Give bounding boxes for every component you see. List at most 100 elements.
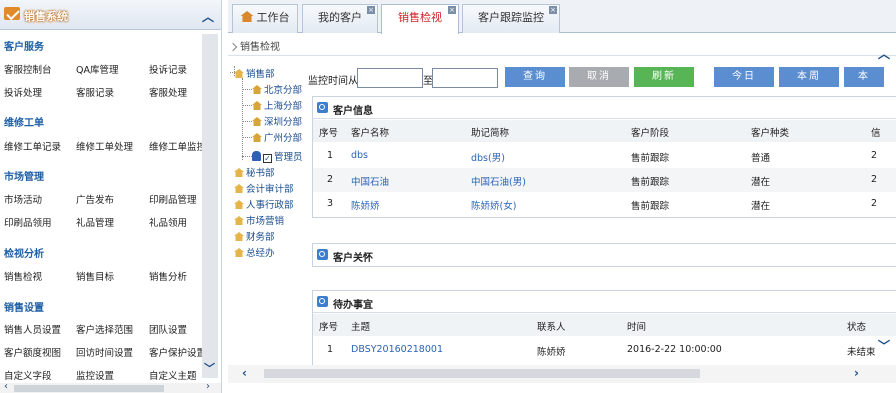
section-repair-orders[interactable]: 维修工单 — [4, 114, 44, 129]
section-sales-settings[interactable]: 销售设置 — [4, 299, 44, 314]
scroll-left-icon[interactable]: ‹ — [242, 366, 247, 380]
menu-item[interactable]: 销售人员设置 — [4, 322, 61, 336]
content-vscrollbar[interactable]: ︿ ﹀ — [872, 45, 896, 353]
query-button[interactable]: 查询 — [505, 67, 565, 87]
menu-item[interactable]: 投诉处理 — [4, 85, 42, 99]
tab-my-customers[interactable]: 我的客户 × — [302, 4, 378, 33]
panel-header: 客户信息 — [313, 97, 896, 119]
close-icon[interactable]: × — [367, 6, 375, 14]
sidebar-header[interactable]: 销售系统 ︿ — [0, 0, 221, 30]
table-row[interactable]: 3 陈娇娇 陈娇娇(女) 售前跟踪 潜在 2 — [313, 192, 896, 216]
scroll-up-icon[interactable]: ︿ — [878, 45, 890, 62]
scrollbar-thumb[interactable] — [264, 369, 700, 378]
tab-customer-tracking[interactable]: 客户跟踪监控 × — [462, 4, 560, 33]
tree-node[interactable]: 市场营销 — [234, 213, 284, 227]
tree-node-branch[interactable]: 北京分部 — [252, 82, 302, 96]
tree-node[interactable]: 总经办 — [234, 245, 275, 259]
org-icon — [234, 248, 244, 257]
scroll-left-icon[interactable]: ‹ — [4, 381, 8, 392]
section-review-analysis[interactable]: 检视分析 — [4, 245, 44, 260]
panel-title: 客户信息 — [333, 106, 373, 117]
tree-node-branch[interactable]: 深圳分部 — [252, 114, 302, 128]
customer-info-panel: 客户信息 序号 客户名称 助记简称 客户阶段 客户种类 信 1 dbs dbs(… — [312, 96, 896, 218]
scrollbar-thumb[interactable] — [202, 34, 218, 378]
menu-item[interactable]: 广告发布 — [76, 192, 114, 206]
menu-item[interactable]: 市场活动 — [4, 192, 42, 206]
customer-alias-link[interactable]: 中国石油(男) — [471, 174, 526, 188]
customer-name-link[interactable]: 陈娇娇 — [351, 198, 380, 212]
customer-alias-link[interactable]: 陈娇娇(女) — [471, 198, 516, 212]
tree-node-admin[interactable]: ✓ 管理员 — [252, 149, 303, 163]
menu-item[interactable]: 礼品管理 — [76, 215, 114, 229]
panel-title: 客户关怀 — [333, 253, 373, 264]
todo-subject-link[interactable]: DBSY20160218001 — [351, 344, 443, 355]
tab-sales-review[interactable]: 销售检视 × — [381, 4, 459, 34]
content-hscrollbar[interactable]: ‹ › — [228, 365, 896, 383]
menu-item[interactable]: 销售分析 — [149, 269, 187, 283]
section-market-management[interactable]: 市场管理 — [4, 168, 44, 183]
menu-item[interactable]: 客户选择范围 — [76, 322, 133, 336]
table-row[interactable]: 1 dbs dbs(男) 售前跟踪 普通 2 — [313, 144, 896, 168]
tree-node[interactable]: 人事行政部 — [234, 197, 294, 211]
collapse-icon[interactable]: ︿ — [202, 8, 214, 25]
tree-node-branch[interactable]: 上海分部 — [252, 98, 302, 112]
menu-item[interactable]: 销售目标 — [76, 269, 114, 283]
menu-item[interactable]: 维修工单记录 — [4, 139, 61, 153]
scrollbar-thumb[interactable] — [14, 385, 164, 392]
section-customer-service[interactable]: 客户服务 — [4, 38, 44, 53]
admin-checkbox[interactable]: ✓ — [263, 154, 272, 163]
menu-item[interactable]: 投诉记录 — [149, 62, 187, 76]
table-row[interactable]: 1 DBSY20160218001 陈娇娇 2016-2-22 10:00:00… — [313, 338, 896, 362]
app-window: 销售系统 ︿ 客户服务 客服控制台 QA库管理 投诉记录 投诉处理 客服记录 客… — [0, 0, 896, 393]
customer-alias-link[interactable]: dbs(男) — [471, 150, 505, 164]
menu-item[interactable]: QA库管理 — [76, 62, 118, 76]
time-to-input[interactable] — [432, 68, 498, 88]
org-icon — [234, 69, 244, 78]
close-icon[interactable]: × — [448, 6, 456, 14]
close-icon[interactable]: × — [549, 6, 557, 14]
menu-item[interactable]: 回访时间设置 — [76, 345, 133, 359]
menu-item[interactable]: 印刷品管理 — [149, 192, 197, 206]
menu-item[interactable]: 自定义主题 — [149, 368, 197, 382]
today-button[interactable]: 今日 — [714, 67, 774, 87]
refresh-button[interactable]: 刷新 — [634, 67, 694, 87]
customer-name-link[interactable]: 中国石油 — [351, 174, 389, 188]
cancel-button[interactable]: 取消 — [569, 67, 629, 87]
menu-item[interactable]: 维修工单处理 — [76, 139, 133, 153]
sidebar-hscrollbar[interactable]: ‹ › — [0, 381, 221, 393]
menu-item[interactable]: 团队设置 — [149, 322, 187, 336]
tree-node[interactable]: 会计审计部 — [234, 181, 294, 195]
scroll-right-icon[interactable]: › — [206, 381, 210, 392]
building-icon — [252, 133, 262, 142]
menu-item[interactable]: 自定义字段 — [4, 368, 52, 382]
menu-item[interactable]: 销售检视 — [4, 269, 42, 283]
scroll-down-icon[interactable]: ﹀ — [204, 360, 215, 376]
menu-item[interactable]: 客户保护设置 — [149, 345, 206, 359]
menu-item[interactable]: 客服控制台 — [4, 62, 52, 76]
menu-item[interactable]: 印刷品领用 — [4, 215, 52, 229]
breadcrumb: 销售检视 — [228, 38, 280, 53]
tree-node-branch[interactable]: 广州分部 — [252, 130, 302, 144]
customer-care-panel: 客户关怀 — [312, 243, 896, 267]
sidebar-scrollbar[interactable]: ﹀ — [202, 30, 218, 378]
tab-workbench[interactable]: 工作台 — [232, 4, 298, 33]
search-icon — [317, 296, 328, 307]
tree-node-root[interactable]: 销售部 — [234, 66, 275, 80]
menu-item[interactable]: 维修工单监控 — [149, 139, 206, 153]
menu-item[interactable]: 客户额度视图 — [4, 345, 61, 359]
scroll-down-icon[interactable]: ﹀ — [878, 337, 890, 354]
time-from-input[interactable] — [357, 68, 423, 88]
menu-item[interactable]: 礼品领用 — [149, 215, 187, 229]
tree-node[interactable]: 秘书部 — [234, 165, 275, 179]
time-from-label: 监控时间从 — [308, 76, 358, 87]
menu-item[interactable]: 客服处理 — [149, 85, 187, 99]
menu-item[interactable]: 监控设置 — [76, 368, 114, 382]
customer-name-link[interactable]: dbs — [351, 150, 368, 161]
main-content: 销售部 北京分部 上海分部 深圳分部 广州分部 ✓ 管理员 秘书部 会计审计部 人… — [228, 55, 896, 393]
menu-item[interactable]: 客服记录 — [76, 85, 114, 99]
todo-panel: 待办事宜 序号 主题 联系人 时间 状态 1 DBSY20160218001 陈… — [312, 290, 896, 366]
tree-node[interactable]: 财务部 — [234, 229, 275, 243]
this-week-button[interactable]: 本周 — [779, 67, 839, 87]
scroll-right-icon[interactable]: › — [854, 366, 859, 380]
table-row[interactable]: 2 中国石油 中国石油(男) 售前跟踪 潜在 2 — [313, 168, 896, 192]
